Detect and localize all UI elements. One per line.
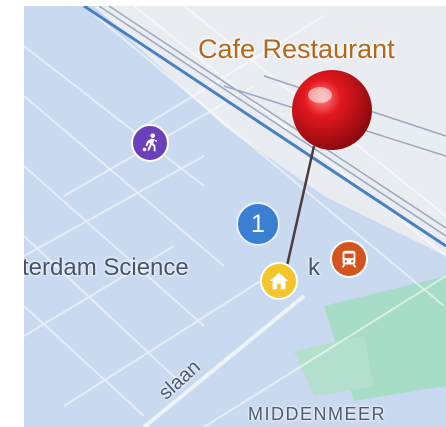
map-view[interactable]: Cafe Restaurant terdam Science k MIDDENM…: [24, 6, 446, 427]
soccer-player-glyph: [142, 133, 158, 152]
home-glyph: [269, 272, 289, 290]
train-glyph: [341, 250, 357, 268]
cluster-marker[interactable]: 1: [236, 202, 280, 246]
home-icon[interactable]: [260, 262, 298, 300]
soccer-player-icon[interactable]: [131, 124, 169, 162]
red-map-pin-icon[interactable]: [292, 70, 372, 150]
train-icon[interactable]: [330, 240, 368, 278]
canal: [142, 294, 306, 427]
screenshot-frame: Cafe Restaurant terdam Science k MIDDENM…: [0, 0, 446, 427]
map-canvas: [24, 6, 446, 427]
